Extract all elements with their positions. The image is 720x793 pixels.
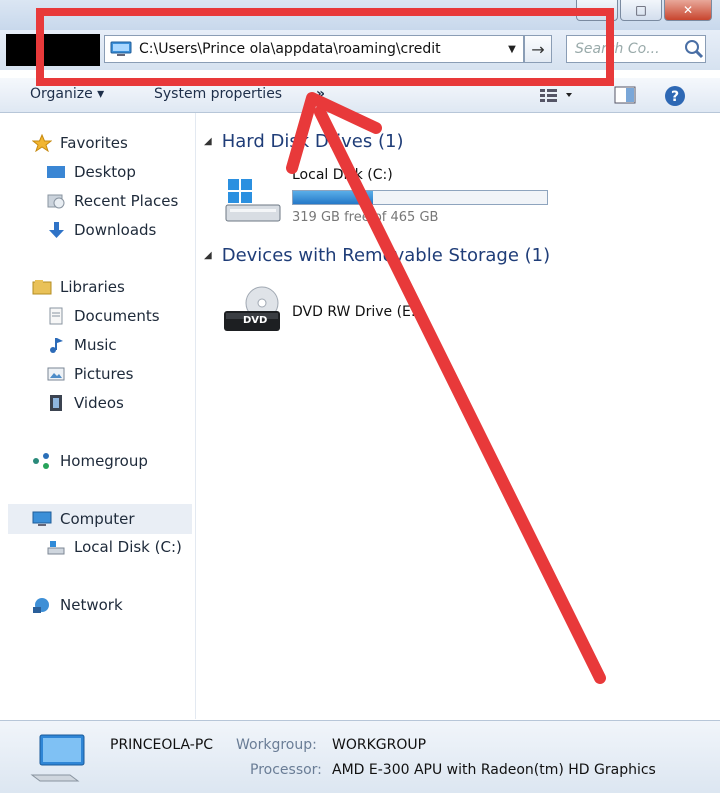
- collapse-triangle-icon[interactable]: ◢: [204, 250, 212, 261]
- star-icon: [32, 134, 52, 152]
- disk-usage-fill: [293, 191, 373, 204]
- nav-pictures[interactable]: Pictures: [46, 361, 133, 387]
- disk-usage-bar: [292, 190, 548, 205]
- go-button[interactable]: →: [524, 35, 552, 63]
- search-box[interactable]: Search Co...: [566, 35, 706, 63]
- computer-icon: [110, 41, 132, 56]
- nav-documents[interactable]: Documents: [46, 303, 160, 329]
- group-hard-disk-drives[interactable]: ◢ Hard Disk Drives (1): [204, 131, 403, 152]
- explorer-window: – □ ✕ C:\Users\Prince ola\appdata\roamin…: [0, 0, 720, 793]
- search-placeholder[interactable]: Search Co...: [575, 41, 683, 57]
- nav-libraries[interactable]: Libraries: [32, 274, 125, 300]
- redacted-nav-buttons: [6, 34, 100, 66]
- title-bar: – □ ✕: [0, 0, 720, 30]
- address-dropdown-icon[interactable]: ▼: [501, 44, 523, 55]
- nav-local-disk[interactable]: Local Disk (C:): [46, 534, 182, 560]
- command-bar: Organize ▾ System properties » ?: [0, 78, 720, 113]
- nav-homegroup-label: Homegroup: [60, 452, 148, 470]
- content-pane: ◢ Hard Disk Drives (1) Local Disk (C:) 3…: [196, 113, 720, 719]
- nav-libraries-label: Libraries: [60, 278, 125, 296]
- local-disk-icon: [47, 541, 65, 555]
- address-row: C:\Users\Prince ola\appdata\roaming\cred…: [0, 30, 720, 70]
- nav-homegroup[interactable]: Homegroup: [32, 448, 148, 474]
- workgroup-value: WORKGROUP: [332, 737, 427, 753]
- libraries-icon: [32, 280, 52, 295]
- nav-videos-label: Videos: [74, 394, 124, 412]
- local-disk-free-space: 319 GB free of 465 GB: [292, 210, 439, 225]
- network-icon: [33, 598, 49, 613]
- nav-favorites-label: Favorites: [60, 134, 128, 152]
- nav-documents-label: Documents: [74, 307, 160, 325]
- nav-network-label: Network: [60, 596, 123, 614]
- maximize-button[interactable]: □: [620, 0, 662, 21]
- details-pane: PRINCEOLA-PC Workgroup: WORKGROUP Proces…: [0, 720, 720, 793]
- local-disk-name[interactable]: Local Disk (C:): [292, 167, 393, 183]
- dvd-drive-icon[interactable]: DVD: [222, 285, 284, 335]
- organize-menu[interactable]: Organize ▾: [30, 86, 104, 102]
- nav-computer-label: Computer: [60, 510, 135, 528]
- music-icon: [50, 338, 63, 353]
- videos-icon: [50, 395, 62, 411]
- nav-music-label: Music: [74, 336, 117, 354]
- processor-value: AMD E-300 APU with Radeon(tm) HD Graphic…: [332, 762, 656, 778]
- nav-recent-places-label: Recent Places: [74, 192, 179, 210]
- preview-pane-icon[interactable]: [614, 86, 636, 104]
- address-path[interactable]: C:\Users\Prince ola\appdata\roaming\cred…: [139, 41, 501, 57]
- dvd-drive-name[interactable]: DVD RW Drive (E:): [292, 304, 421, 320]
- more-commands-button[interactable]: »: [316, 86, 325, 102]
- computer-icon: [30, 734, 85, 782]
- nav-downloads-label: Downloads: [74, 221, 157, 239]
- svg-text:?: ?: [671, 89, 679, 105]
- nav-computer[interactable]: Computer: [8, 504, 192, 534]
- documents-icon: [49, 307, 63, 325]
- group-removable-storage[interactable]: ◢ Devices with Removable Storage (1): [204, 245, 550, 266]
- collapse-triangle-icon[interactable]: ◢: [204, 136, 212, 147]
- magnifier-icon[interactable]: [683, 38, 705, 60]
- minimize-button[interactable]: –: [576, 0, 618, 21]
- nav-recent-places[interactable]: Recent Places: [46, 188, 178, 214]
- navigation-pane: Favorites Desktop Recent Places Download…: [0, 113, 196, 719]
- pictures-icon: [47, 367, 65, 381]
- computer-name: PRINCEOLA-PC: [110, 737, 214, 753]
- address-bar[interactable]: C:\Users\Prince ola\appdata\roaming\cred…: [104, 35, 524, 63]
- nav-desktop-label: Desktop: [74, 163, 136, 181]
- processor-label: Processor:: [250, 762, 322, 778]
- nav-local-disk-label: Local Disk (C:): [74, 538, 182, 556]
- window-controls: – □ ✕: [576, 0, 712, 21]
- homegroup-icon: [33, 453, 49, 469]
- desktop-icon: [47, 166, 65, 178]
- downloads-icon: [49, 222, 64, 238]
- help-icon[interactable]: ?: [664, 85, 686, 107]
- workgroup-label: Workgroup:: [236, 737, 317, 753]
- nav-downloads[interactable]: Downloads: [46, 217, 156, 243]
- close-button[interactable]: ✕: [664, 0, 712, 21]
- nav-favorites[interactable]: Favorites: [32, 130, 128, 156]
- computer-icon: [32, 511, 52, 526]
- local-disk-drive-icon[interactable]: [222, 175, 284, 225]
- dvd-logo-text: DVD: [243, 315, 267, 326]
- recent-places-icon: [47, 194, 65, 209]
- hard-disk-header: Hard Disk Drives (1): [221, 131, 404, 152]
- nav-network[interactable]: Network: [32, 592, 123, 618]
- nav-videos[interactable]: Videos: [46, 390, 124, 416]
- change-view-icon[interactable]: [538, 86, 574, 104]
- nav-pictures-label: Pictures: [74, 365, 134, 383]
- system-properties-button[interactable]: System properties: [154, 86, 282, 102]
- removable-header: Devices with Removable Storage (1): [221, 245, 551, 266]
- nav-desktop[interactable]: Desktop: [46, 159, 136, 185]
- nav-music[interactable]: Music: [46, 332, 117, 358]
